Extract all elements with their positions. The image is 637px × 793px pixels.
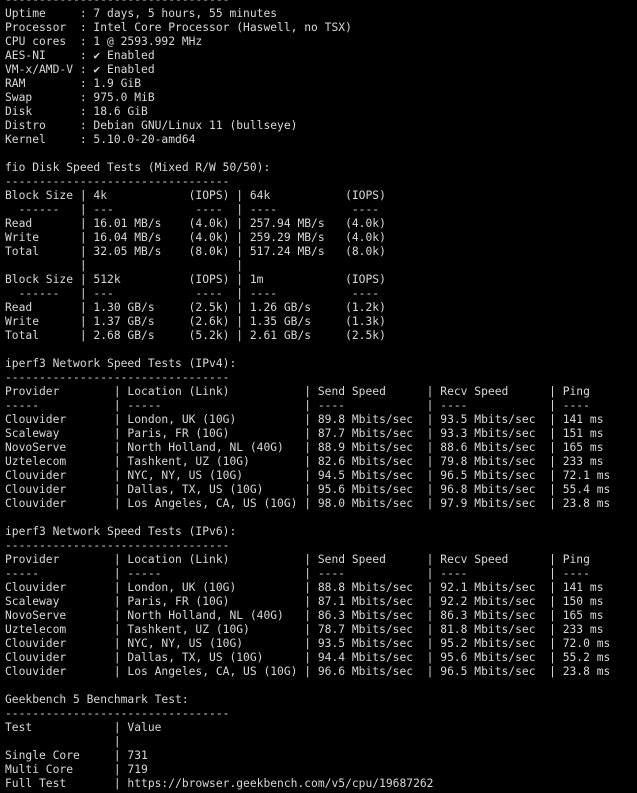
- iperf-ipv6-row: Clouvider | London, UK (10G) | 88.8 Mbit…: [5, 581, 604, 594]
- iperf-ipv4-row: Scaleway | Paris, FR (10G) | 87.7 Mbits/…: [5, 427, 604, 440]
- fio-table-header: Block Size | 4k (IOPS) | 64k (IOPS): [5, 189, 386, 202]
- iperf-ipv6-row: Clouvider | Dallas, TX, US (10G) | 94.4 …: [5, 651, 611, 664]
- separator-line: ---------------------------------: [5, 707, 230, 720]
- fio-table-rule: ------ | --- ---- | ---- ----: [5, 287, 380, 300]
- fio-table-header: Block Size | 512k (IOPS) | 1m (IOPS): [5, 273, 386, 286]
- sysinfo-vmx: VM-x/AMD-V : ✔ Enabled: [5, 63, 155, 76]
- sysinfo-processor: Processor : Intel Core Processor (Haswel…: [5, 21, 352, 34]
- sysinfo-uptime: Uptime : 7 days, 5 hours, 55 minutes: [5, 7, 278, 20]
- geekbench-single-core: Single Core | 731: [5, 749, 148, 762]
- separator-line: ---------------------------------: [5, 175, 230, 188]
- terminal-window[interactable]: --------------------------------- Uptime…: [0, 0, 637, 793]
- fio-table-rule: ------ | --- ---- | ---- ----: [5, 203, 380, 216]
- separator-line: ---------------------------------: [0, 0, 637, 7]
- iperf-ipv6-row: Clouvider | NYC, NY, US (10G) | 93.5 Mbi…: [5, 637, 611, 650]
- fio-row-write: Write | 16.04 MB/s (4.0k) | 259.29 MB/s …: [5, 231, 386, 244]
- geekbench-title: Geekbench 5 Benchmark Test:: [5, 693, 189, 706]
- iperf-ipv6-header: Provider | Location (Link) | Send Speed …: [5, 553, 590, 566]
- sysinfo-disk: Disk : 18.6 GiB: [5, 105, 148, 118]
- iperf-ipv4-rule: ----- | ----- | ---- | ---- | ----: [5, 399, 590, 412]
- fio-row-read: Read | 16.01 MB/s (4.0k) | 257.94 MB/s (…: [5, 217, 386, 230]
- sysinfo-cpu-cores: CPU cores : 1 @ 2593.992 MHz: [5, 35, 203, 48]
- sysinfo-distro: Distro : Debian GNU/Linux 11 (bullseye): [5, 119, 298, 132]
- iperf-ipv6-row: Clouvider | Los Angeles, CA, US (10G) | …: [5, 665, 611, 678]
- geekbench-spacer: |: [5, 735, 121, 748]
- iperf-ipv6-row: Scaleway | Paris, FR (10G) | 87.1 Mbits/…: [5, 595, 604, 608]
- iperf-ipv4-title: iperf3 Network Speed Tests (IPv4):: [5, 357, 237, 370]
- iperf-ipv4-header: Provider | Location (Link) | Send Speed …: [5, 385, 590, 398]
- geekbench-full-test: Full Test | https://browser.geekbench.co…: [5, 777, 434, 790]
- geekbench-header: Test | Value: [5, 721, 162, 734]
- fio-row-read: Read | 1.30 GB/s (2.5k) | 1.26 GB/s (1.2…: [5, 301, 386, 314]
- sysinfo-kernel: Kernel : 5.10.0-20-amd64: [5, 133, 196, 146]
- geekbench-multi-core: Multi Core | 719: [5, 763, 148, 776]
- fio-section-title: fio Disk Speed Tests (Mixed R/W 50/50):: [5, 161, 271, 174]
- iperf-ipv4-row: NovoServe | North Holland, NL (40G) | 88…: [5, 441, 604, 454]
- iperf-ipv6-row: Uztelecom | Tashkent, UZ (10G) | 78.7 Mb…: [5, 623, 604, 636]
- sysinfo-ram: RAM : 1.9 GiB: [5, 77, 142, 90]
- iperf-ipv6-row: NovoServe | North Holland, NL (40G) | 86…: [5, 609, 604, 622]
- fio-row-write: Write | 1.37 GB/s (2.6k) | 1.35 GB/s (1.…: [5, 315, 386, 328]
- iperf-ipv4-row: Clouvider | London, UK (10G) | 89.8 Mbit…: [5, 413, 604, 426]
- iperf-ipv4-row: Uztelecom | Tashkent, UZ (10G) | 82.6 Mb…: [5, 455, 604, 468]
- iperf-ipv6-rule: ----- | ----- | ---- | ---- | ----: [5, 567, 590, 580]
- sysinfo-swap: Swap : 975.0 MiB: [5, 91, 155, 104]
- iperf-ipv6-title: iperf3 Network Speed Tests (IPv6):: [5, 525, 237, 538]
- iperf-ipv4-row: Clouvider | Los Angeles, CA, US (10G) | …: [5, 497, 611, 510]
- fio-spacer-row: | |: [5, 259, 244, 272]
- iperf-ipv4-row: Clouvider | Dallas, TX, US (10G) | 95.6 …: [5, 483, 611, 496]
- separator-line: ---------------------------------: [5, 539, 230, 552]
- fio-row-total: Total | 32.05 MB/s (8.0k) | 517.24 MB/s …: [5, 245, 386, 258]
- iperf-ipv4-row: Clouvider | NYC, NY, US (10G) | 94.5 Mbi…: [5, 469, 611, 482]
- fio-row-total: Total | 2.68 GB/s (5.2k) | 2.61 GB/s (2.…: [5, 329, 386, 342]
- sysinfo-aes-ni: AES-NI : ✔ Enabled: [5, 49, 155, 62]
- separator-line: ---------------------------------: [5, 371, 230, 384]
